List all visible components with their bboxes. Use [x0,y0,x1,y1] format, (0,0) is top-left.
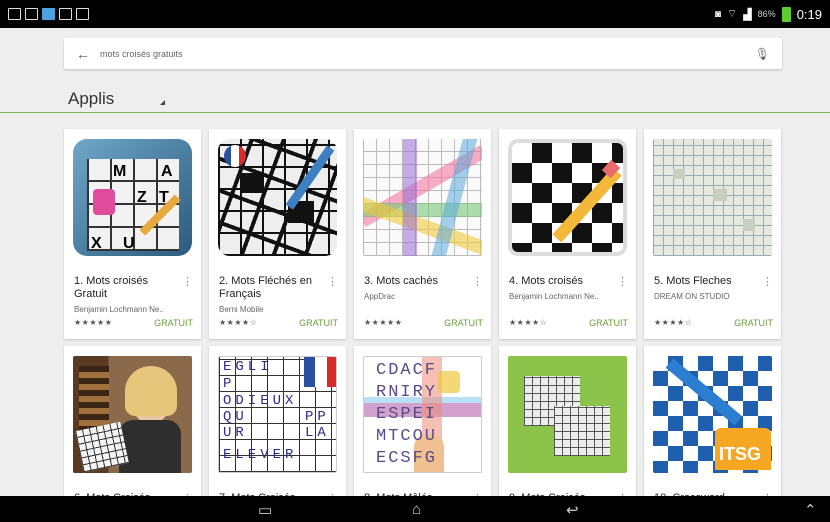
thumb-word: P [223,376,232,392]
app-developer: Benjamin Lochmann Ne.. [74,305,164,314]
app-rating-stars: ★★★★★ [364,318,403,327]
thumb-letter: X [91,235,102,252]
app-card[interactable]: 6. Mots Croisés ⋮ [64,346,201,506]
app-developer: DREAM ON STUDIO [654,292,730,301]
system-status: ◙ ⌔ ▟ 86% 0:19 [714,6,822,22]
section-title[interactable]: Applis [68,89,114,109]
back-arrow-icon[interactable]: ← [76,46,96,62]
section-divider [0,112,830,113]
calendar-icon [8,8,21,20]
app-icon-mots-meles: CDACF RNIRY ESPEI MTCOU ECSFG [363,356,482,473]
menu-dots-icon[interactable]: ⋮ [182,275,193,288]
thumb-badge: ITSG [719,444,762,464]
app-icon-mots-fleches-francais [218,139,337,256]
app-icon-mots-croises-flag: EGLI P ODIEUX QU PP UR LA ELEVER [218,356,337,473]
thumb-word: LA [305,425,330,441]
signal-icon: ▟ [743,8,752,21]
app-icon-mots-fleches [653,139,772,256]
app-rating-stars: ★★★★☆ [219,318,258,327]
clock: 0:19 [796,6,822,22]
app-notification-icon [59,8,72,20]
app-icon-mots-croises-gratuit: M A Z T X U [73,139,192,256]
app-card[interactable]: 5. Mots Fleches ⋮ DREAM ON STUDIO ★★★★☆ … [644,129,781,339]
thumb-row: ESPEI [376,405,438,424]
battery-percent: 86% [757,9,776,19]
thumb-word: UR [223,425,248,441]
app-title[interactable]: 1. Mots croisés Gratuit [74,275,182,301]
thumb-row: CDACF [376,361,438,380]
app-icon-mots-caches [363,139,482,256]
camera-icon [76,8,89,20]
app-title[interactable]: 4. Mots croisés [509,275,617,288]
status-bar: ◙ ⌔ ▟ 86% 0:19 [0,0,830,28]
app-price: GRATUIT [589,318,628,328]
thumb-row: ECSFG [376,449,438,468]
app-card[interactable]: 9. Mots Croisés ⋮ [499,346,636,506]
thumb-letter: M [113,163,127,180]
app-title[interactable]: 5. Mots Fleches [654,275,762,288]
app-developer: Berni Mobile [219,305,264,314]
app-icon-mots-croises-green [508,356,627,473]
mic-icon[interactable]: 🎙 [755,47,770,61]
app-icon-mots-croises-woman [73,356,192,473]
thumb-word: PP [305,409,330,425]
app-card[interactable]: 2. Mots Fléchés en Français ⋮ Berni Mobi… [209,129,346,339]
search-input[interactable]: mots croisés gratuits [100,49,755,59]
app-price: GRATUIT [154,318,193,328]
thumb-letter: U [123,235,135,252]
battery-icon [781,6,791,22]
app-card[interactable]: 4. Mots croisés ⋮ Benjamin Lochmann Ne..… [499,129,636,339]
app-price: GRATUIT [299,318,338,328]
thumb-row: RNIRY [376,383,438,402]
wifi-icon: ⌔ [726,8,738,20]
download-icon [42,8,55,20]
thumb-word: EGLI [223,359,273,375]
app-icon-crossword: ITSG [653,356,772,473]
section-dropdown-caret[interactable] [160,100,165,105]
menu-dots-icon[interactable]: ⋮ [472,275,483,288]
app-title[interactable]: 2. Mots Fléchés en Français [219,275,327,301]
app-card[interactable]: M A Z T X U 1. Mots croisés Gratuit ⋮ Be… [64,129,201,339]
app-icon-mots-croises [508,139,627,256]
app-developer: Benjamin Lochmann Ne.. [509,292,599,301]
app-rating-stars: ★★★★☆ [654,318,693,327]
navigation-bar: ▭ ⌂ ↩ ⌃ [0,496,830,522]
recent-apps-icon[interactable]: ▭ [258,501,272,519]
thumb-letter: Z [137,189,147,206]
thumb-word: ELEVER [223,447,298,463]
app-card[interactable]: CDACF RNIRY ESPEI MTCOU ECSFG 8. Mots Mê… [354,346,491,506]
nfc-icon: ◙ [714,8,721,20]
menu-dots-icon[interactable]: ⋮ [617,275,628,288]
thumb-word: ODIEUX [223,393,298,409]
app-card[interactable]: 3. Mots cachés ⋮ AppDrac ★★★★★ GRATUIT [354,129,491,339]
back-icon[interactable]: ↩ [566,501,579,519]
thumb-word: QU [223,409,248,425]
search-bar[interactable]: ← mots croisés gratuits 🎙 [64,38,782,69]
menu-dots-icon[interactable]: ⋮ [762,275,773,288]
app-developer: AppDrac [364,292,396,301]
app-price: GRATUIT [734,318,773,328]
app-card[interactable]: EGLI P ODIEUX QU PP UR LA ELEVER 7. Mots… [209,346,346,506]
chevron-up-icon[interactable]: ⌃ [804,501,817,519]
app-title[interactable]: 3. Mots cachés [364,275,472,288]
home-icon[interactable]: ⌂ [412,501,421,518]
app-rating-stars: ★★★★★ [74,318,113,327]
thumb-letter: A [161,163,173,180]
gallery-icon [25,8,38,20]
app-card[interactable]: ITSG 10. Crossword ⋮ [644,346,781,506]
thumb-row: MTCOU [376,427,438,446]
app-rating-stars: ★★★★☆ [509,318,548,327]
notification-icons [8,8,89,20]
app-price: GRATUIT [444,318,483,328]
menu-dots-icon[interactable]: ⋮ [327,275,338,288]
